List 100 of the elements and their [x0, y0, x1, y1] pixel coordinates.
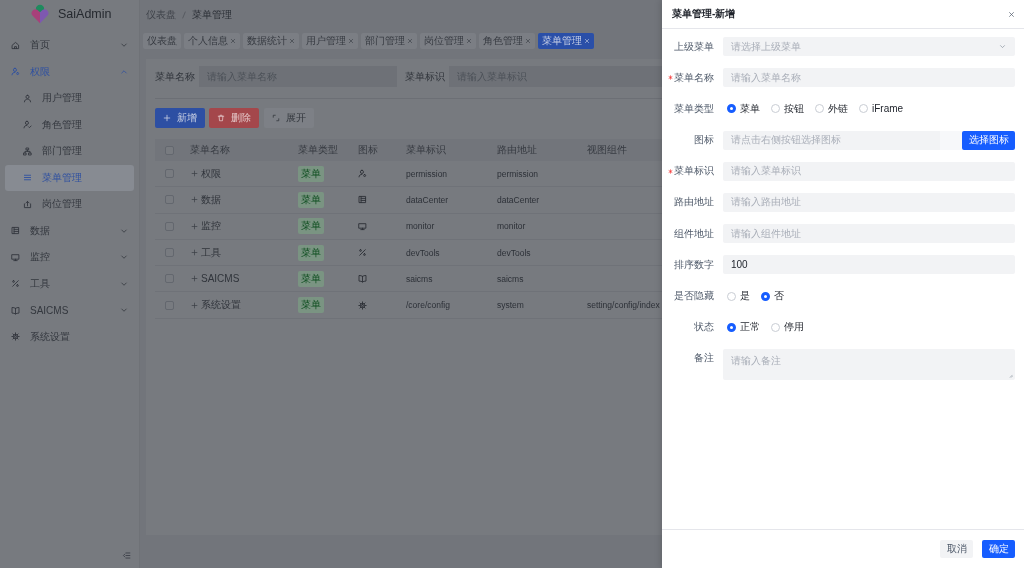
drawer-title: 菜单管理-新增 — [672, 7, 736, 21]
sidebar-item[interactable]: 监控 — [5, 244, 134, 271]
expand-icon — [272, 114, 280, 122]
table-cell: /core/config — [406, 300, 450, 311]
plus-icon[interactable] — [191, 249, 198, 257]
table-cell: dataCenter — [497, 194, 540, 205]
table-cell: 监控 — [201, 219, 221, 234]
close-icon[interactable] — [230, 38, 236, 44]
close-icon[interactable] — [1008, 10, 1015, 18]
sidebar-subitem[interactable]: 角色管理 — [5, 111, 134, 138]
plus-icon[interactable] — [191, 170, 198, 178]
field-label: 备注 — [694, 351, 714, 366]
user-icon — [23, 93, 32, 103]
close-icon[interactable] — [407, 38, 413, 44]
page-tab[interactable]: 数据统计 — [243, 33, 299, 49]
separator-icon — [180, 11, 188, 19]
input-field[interactable]: 100 — [723, 255, 1015, 275]
plus-icon[interactable] — [191, 275, 198, 283]
table-cell: saicms — [497, 273, 524, 284]
page-tab[interactable]: 部门管理 — [361, 33, 417, 49]
table-cell: devTools — [406, 247, 440, 258]
plus-icon — [163, 114, 171, 122]
table-cell: saicms — [406, 273, 433, 284]
field-label: 上级菜单 — [674, 39, 714, 54]
sidebar-subitem[interactable]: 岗位管理 — [5, 191, 134, 218]
table-cell: monitor — [497, 221, 526, 232]
page-tab[interactable]: 岗位管理 — [420, 33, 476, 49]
open-book-icon — [358, 274, 367, 284]
type-tag: 菜单 — [298, 218, 324, 235]
field-label: 组件地址 — [674, 226, 714, 241]
table-cell: permission — [497, 168, 539, 179]
radio-option[interactable]: 停用 — [771, 320, 804, 335]
page-tab[interactable]: 用户管理 — [302, 33, 358, 49]
radio-option[interactable]: 是 — [727, 289, 750, 303]
textarea-field[interactable]: 请输入备注 — [723, 348, 1015, 380]
menu-icon — [23, 173, 32, 183]
page-tab[interactable]: 菜单管理 — [538, 33, 594, 49]
plus-icon[interactable] — [191, 196, 198, 204]
logo-icon — [30, 4, 50, 24]
radio-option[interactable]: 菜单 — [727, 101, 760, 116]
user-icon — [11, 67, 20, 77]
table-cell: devTools — [497, 247, 531, 258]
page-tab[interactable]: 角色管理 — [479, 33, 535, 49]
table-cell: 数据 — [201, 192, 221, 207]
percent-icon — [358, 248, 367, 258]
monitor-icon — [11, 252, 20, 262]
upload-icon — [23, 199, 32, 209]
settings-icon — [358, 300, 367, 310]
table-cell: permission — [406, 168, 448, 179]
plus-icon[interactable] — [191, 301, 198, 309]
type-tag: 菜单 — [298, 165, 324, 182]
radio-option[interactable]: iFrame — [859, 101, 904, 116]
action-button[interactable]: 展开 — [264, 108, 314, 128]
list-icon — [11, 226, 20, 236]
close-icon[interactable] — [525, 38, 531, 44]
page-tab[interactable]: 仪表盘 — [143, 33, 181, 49]
radio-option[interactable]: 正常 — [727, 320, 760, 335]
percent-icon — [11, 279, 20, 289]
logo-text: SaiAdmin — [58, 7, 112, 21]
user-icon — [358, 169, 367, 179]
close-icon[interactable] — [348, 38, 354, 44]
action-button[interactable]: 新增 — [155, 108, 205, 128]
sidebar-item[interactable]: 首页 — [5, 32, 134, 59]
list-icon — [358, 195, 367, 205]
radio-option[interactable]: 按钮 — [771, 101, 804, 116]
close-icon[interactable] — [289, 38, 295, 44]
plus-icon[interactable] — [191, 222, 198, 230]
close-icon[interactable] — [466, 38, 472, 44]
org-chart-icon — [23, 146, 32, 156]
sidebar-subitem[interactable]: 用户管理 — [5, 85, 134, 112]
radio-option[interactable]: 外链 — [815, 101, 848, 116]
input-field[interactable]: 请输入菜单名称 — [723, 68, 1015, 88]
menu-fold-icon[interactable] — [122, 550, 131, 560]
trash-icon — [217, 114, 225, 122]
table-cell: SAICMS — [201, 273, 240, 285]
sidebar-item[interactable]: SAICMS — [5, 297, 134, 324]
action-button[interactable]: 删除 — [209, 108, 259, 128]
field-label: 状态 — [694, 320, 714, 335]
monitor-icon — [358, 221, 367, 231]
type-tag: 菜单 — [298, 191, 324, 208]
field-label: 菜单名称 — [674, 70, 714, 85]
sidebar-subitem[interactable]: 菜单管理 — [5, 164, 134, 191]
type-tag: 菜单 — [298, 270, 324, 287]
choose-icon-button[interactable]: 选择图标 — [962, 130, 1015, 150]
input-field[interactable]: 请点击右侧按钮选择图标 — [723, 130, 962, 150]
sidebar-item[interactable]: 权限 — [5, 58, 134, 85]
field-label: 是否隐藏 — [674, 289, 714, 303]
field-label: 图标 — [694, 133, 714, 148]
field-label: 菜单标识 — [674, 164, 714, 179]
chevron-down-icon — [999, 43, 1006, 50]
radio-option[interactable]: 否 — [761, 289, 784, 303]
table-cell: 权限 — [201, 166, 221, 181]
open-book-icon — [11, 305, 20, 315]
footer-button[interactable]: 确定 — [982, 540, 1015, 558]
input-field[interactable]: 请输入菜单标识 — [723, 161, 1015, 181]
table-cell: monitor — [406, 221, 435, 232]
type-tag: 菜单 — [298, 297, 324, 314]
table-cell: dataCenter — [406, 194, 449, 205]
footer-button[interactable]: 取消 — [940, 540, 973, 558]
field-label: 菜单类型 — [674, 101, 714, 116]
